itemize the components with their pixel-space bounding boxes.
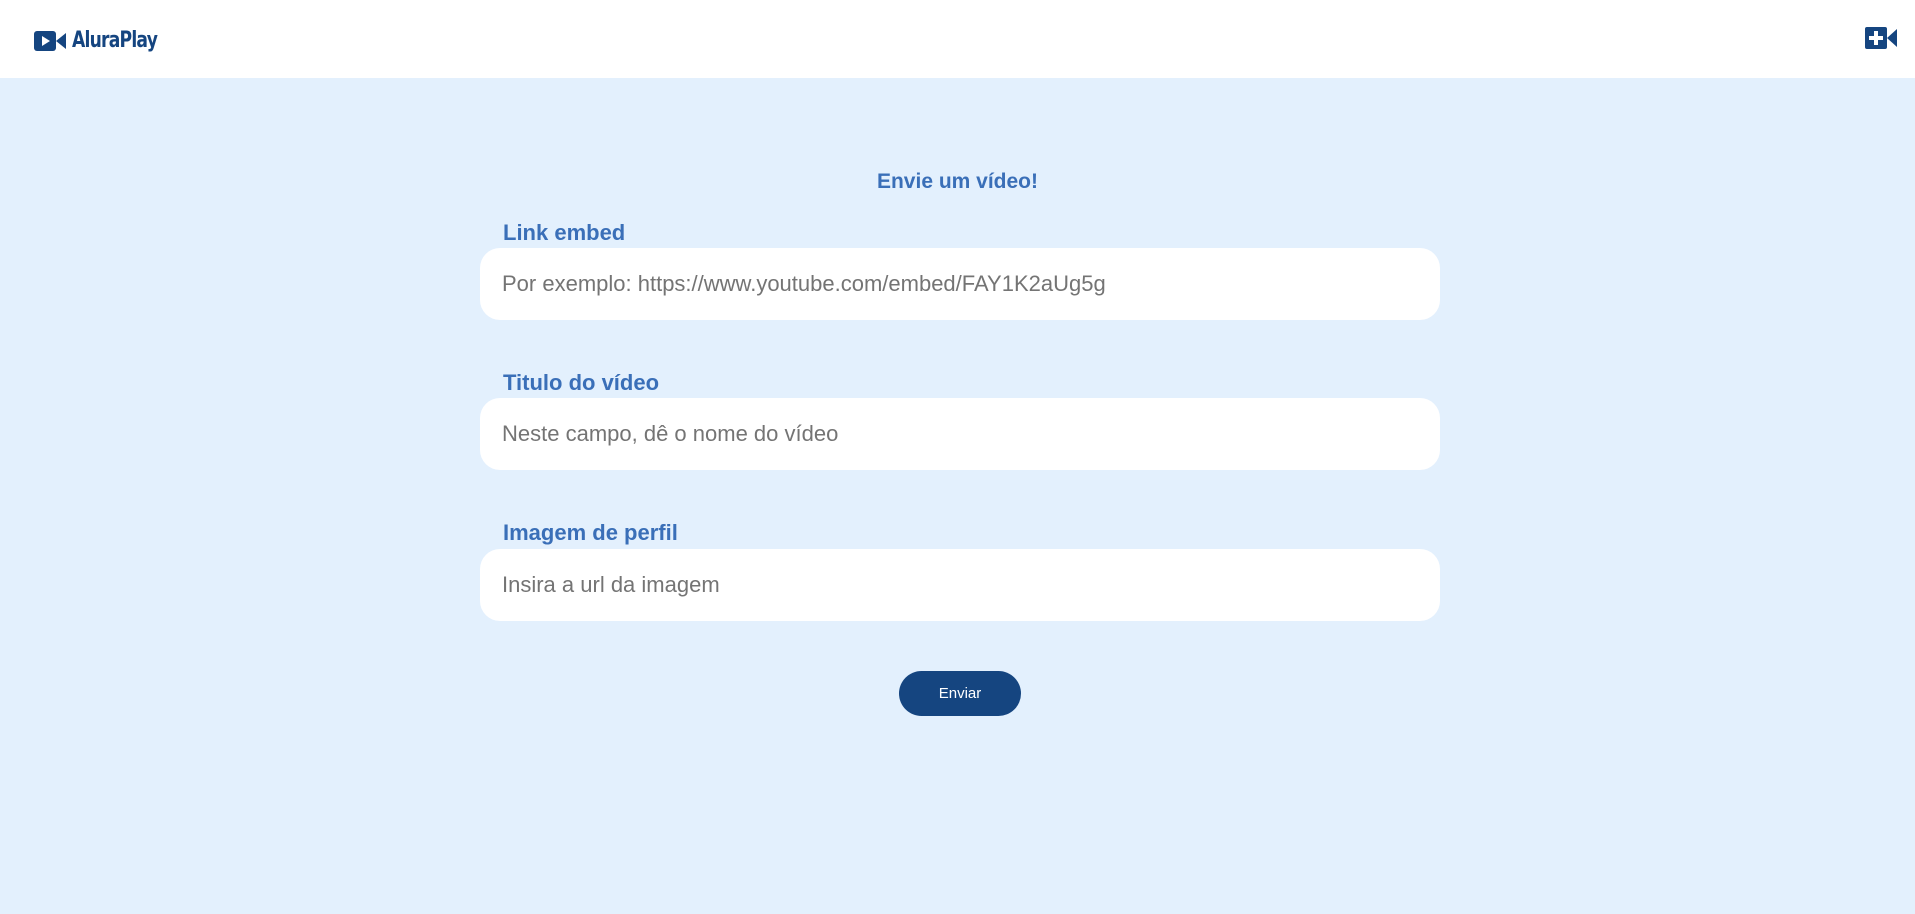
video-camera-plus-icon[interactable] (1865, 26, 1897, 50)
form-title: Envie um vídeo! (876, 170, 1039, 193)
brand-name: AluraPlay (72, 28, 158, 53)
video-title-label: Titulo do vídeo (503, 370, 660, 395)
embed-link-label: Link embed (503, 220, 626, 245)
profile-image-input[interactable] (480, 549, 1440, 621)
video-title-input[interactable] (480, 398, 1440, 470)
video-camera-icon (34, 30, 66, 51)
top-header: AluraPlay (0, 0, 1915, 78)
main-content: Envie um vídeo! Link embed Titulo do víd… (0, 78, 1915, 914)
brand-logo[interactable]: AluraPlay (34, 28, 181, 53)
submit-button[interactable]: Enviar (899, 671, 1021, 716)
profile-image-label: Imagem de perfil (503, 520, 678, 545)
embed-link-input[interactable] (480, 248, 1440, 320)
